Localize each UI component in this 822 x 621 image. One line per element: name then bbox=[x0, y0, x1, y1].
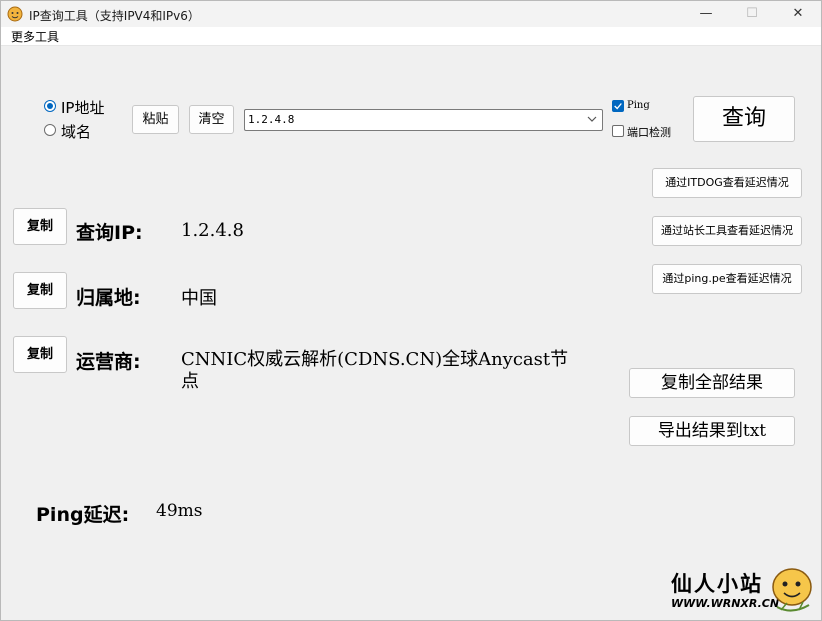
checkmark-icon bbox=[614, 103, 622, 110]
isp-value: CNNIC权威云解析(CDNS.CN)全球Anycast节点 bbox=[181, 349, 569, 392]
radio-ip-address[interactable] bbox=[44, 100, 56, 112]
clear-button[interactable]: 清空 bbox=[189, 105, 234, 134]
export-txt-button[interactable]: 导出结果到txt bbox=[629, 416, 795, 446]
paste-button[interactable]: 粘贴 bbox=[132, 105, 179, 134]
close-button[interactable]: ✕ bbox=[775, 1, 821, 27]
menu-more-tools[interactable]: 更多工具 bbox=[11, 28, 59, 45]
watermark-logo-text: 仙人小站 bbox=[671, 572, 763, 596]
maximize-button[interactable]: ☐ bbox=[729, 1, 775, 27]
chevron-down-icon[interactable] bbox=[586, 113, 598, 125]
menu-bar: 更多工具 bbox=[1, 27, 821, 46]
minimize-button[interactable]: — bbox=[683, 1, 729, 27]
radio-domain[interactable] bbox=[44, 124, 56, 136]
copy-all-results-button[interactable]: 复制全部结果 bbox=[629, 368, 795, 398]
title-bar[interactable]: IP查询工具（支持IPV4和IPv6） — ☐ ✕ bbox=[1, 1, 821, 27]
ping-checkbox-label: Ping bbox=[627, 100, 650, 111]
copy-location-button[interactable]: 复制 bbox=[13, 272, 67, 309]
app-icon bbox=[7, 6, 23, 22]
ping-checkbox[interactable] bbox=[612, 100, 624, 112]
app-window: IP查询工具（支持IPV4和IPv6） — ☐ ✕ 更多工具 IP地址 域名 粘… bbox=[0, 0, 822, 621]
port-check-checkbox[interactable] bbox=[612, 125, 624, 137]
ip-input-combobox[interactable]: 1.2.4.8 bbox=[244, 109, 603, 131]
query-ip-label: 查询IP: bbox=[76, 222, 143, 244]
ping-latency-label: Ping延迟: bbox=[36, 504, 130, 526]
location-value: 中国 bbox=[181, 288, 217, 309]
chinaz-latency-button[interactable]: 通过站长工具查看延迟情况 bbox=[652, 216, 802, 246]
port-check-label: 端口检测 bbox=[627, 126, 671, 139]
copy-ip-button[interactable]: 复制 bbox=[13, 208, 67, 245]
radio-ip-address-label: IP地址 bbox=[61, 99, 105, 117]
copy-isp-button[interactable]: 复制 bbox=[13, 336, 67, 373]
watermark-url: WWW.WRNXR.CN bbox=[671, 597, 780, 610]
pingpe-latency-button[interactable]: 通过ping.pe查看延迟情况 bbox=[652, 264, 802, 294]
mascot-icon bbox=[772, 568, 812, 612]
location-label: 归属地: bbox=[76, 287, 141, 309]
window-title: IP查询工具（支持IPV4和IPv6） bbox=[29, 9, 200, 23]
itdog-latency-button[interactable]: 通过ITDOG查看延迟情况 bbox=[652, 168, 802, 198]
isp-label: 运营商: bbox=[76, 351, 141, 373]
radio-domain-label: 域名 bbox=[61, 123, 92, 141]
query-ip-value: 1.2.4.8 bbox=[181, 220, 244, 241]
ping-latency-value: 49ms bbox=[156, 501, 203, 521]
ip-input-value: 1.2.4.8 bbox=[248, 113, 295, 126]
query-button[interactable]: 查询 bbox=[693, 96, 795, 142]
